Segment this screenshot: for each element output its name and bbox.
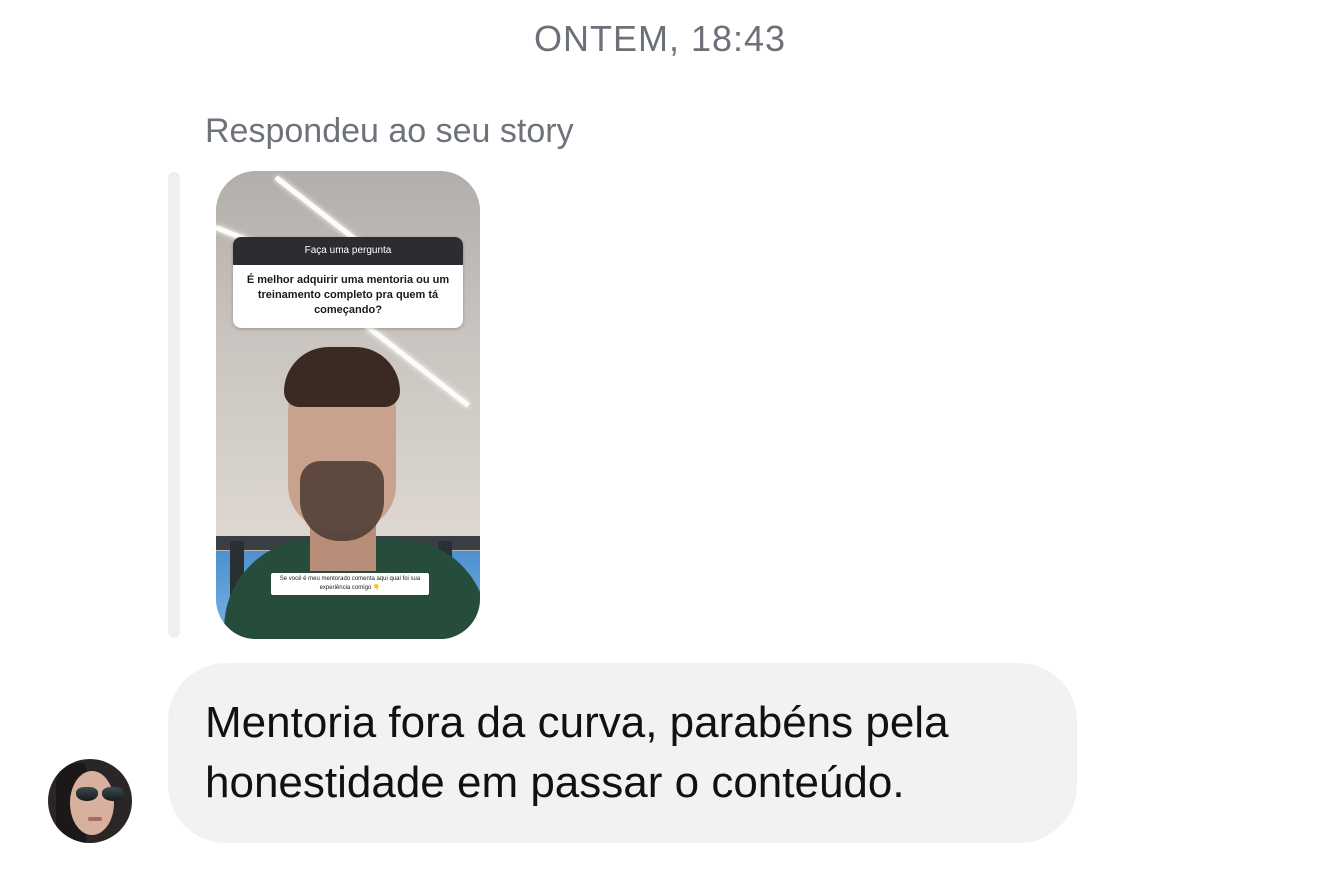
question-sticker-header: Faça uma pergunta (233, 237, 463, 265)
avatar-face (70, 771, 114, 835)
story-caption: Se você é meu mentorado comenta aqui qua… (271, 573, 429, 595)
sender-avatar[interactable] (48, 759, 132, 843)
sunglasses-icon (76, 787, 98, 801)
person-beard (300, 461, 384, 541)
message-timestamp: ONTEM, 18:43 (533, 18, 787, 59)
story-thumbnail[interactable]: Faça uma pergunta É melhor adquirir uma … (216, 171, 480, 639)
question-sticker: Faça uma pergunta É melhor adquirir uma … (233, 237, 463, 328)
message-text: Mentoria fora da curva, parabéns pela ho… (205, 698, 949, 807)
question-sticker-text: É melhor adquirir uma mentoria ou um tre… (246, 274, 450, 316)
story-reply-label: Respondeu ao seu story (205, 112, 574, 150)
sunglasses-icon (102, 787, 124, 801)
avatar-lips (88, 817, 102, 821)
person-hair (284, 347, 400, 407)
message-bubble[interactable]: Mentoria fora da curva, parabéns pela ho… (168, 663, 1077, 843)
reply-quote-bar (168, 172, 180, 638)
